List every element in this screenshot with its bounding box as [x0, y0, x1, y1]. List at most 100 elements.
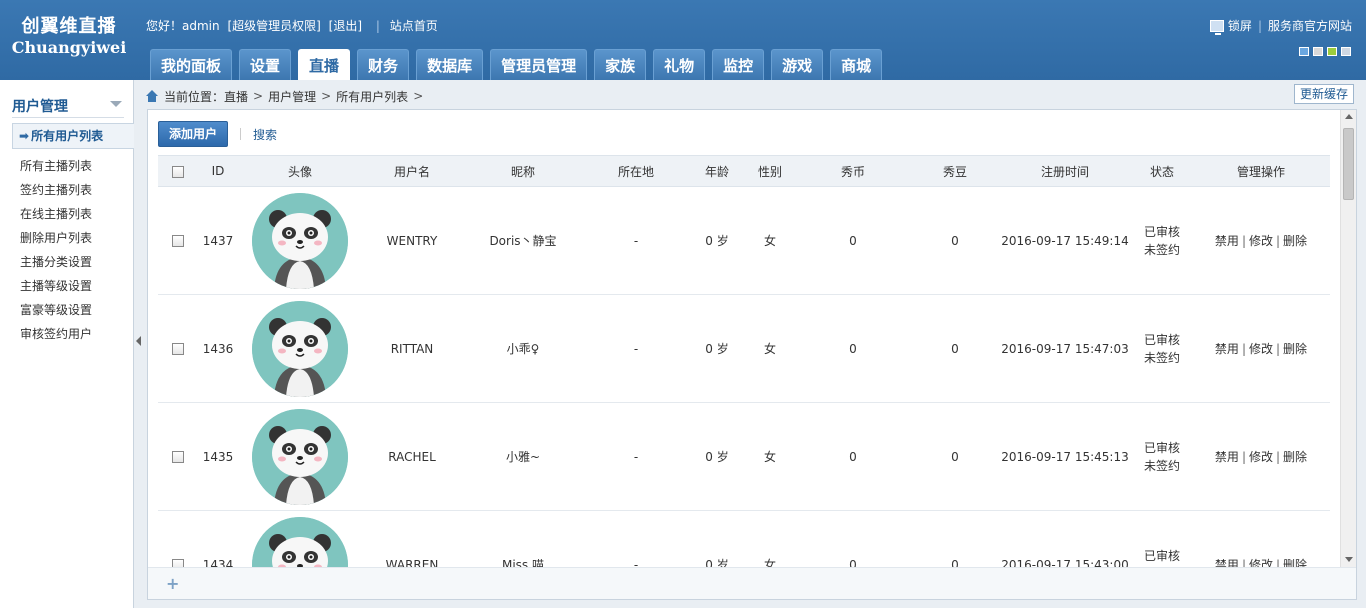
breadcrumb-item[interactable]: 直播 — [224, 88, 248, 105]
row-select-cell[interactable] — [158, 403, 198, 511]
edit-link[interactable]: 修改 — [1249, 342, 1273, 356]
sidebar-item[interactable]: 审核签约用户 — [20, 322, 92, 346]
row-select-cell[interactable] — [158, 187, 198, 295]
greeting: 您好！admin [超级管理员权限] [退出] | 站点首页 — [146, 17, 442, 34]
search-link[interactable]: 搜索 — [253, 126, 277, 143]
lock-screen-link[interactable]: 锁屏 — [1228, 17, 1252, 34]
breadcrumb-item[interactable]: 用户管理 — [268, 88, 316, 105]
nav-tab[interactable]: 管理员管理 — [490, 49, 588, 80]
top-header: 创翼维直播 Chuangyiwei 您好！admin [超级管理员权限] [退出… — [0, 0, 1366, 80]
nav-tab[interactable]: 商城 — [830, 49, 883, 80]
logo: 创翼维直播 Chuangyiwei — [0, 16, 138, 58]
cell-avatar — [238, 403, 362, 511]
delete-link[interactable]: 删除 — [1283, 342, 1307, 356]
divider: | — [1276, 558, 1281, 567]
arrow-right-icon: ➡ — [19, 129, 30, 143]
scroll-thumb[interactable] — [1343, 128, 1354, 200]
sidebar-item[interactable]: 主播等级设置 — [20, 274, 92, 298]
table-row: 1435 RACHEL 小雅~ -0 岁女 0 0 2016-09-17 15:45:13 已… — [158, 403, 1330, 511]
toolbar: 添加用户 搜索 — [158, 121, 277, 147]
disable-link[interactable]: 禁用 — [1215, 450, 1239, 464]
row-select-cell[interactable] — [158, 511, 198, 567]
nav-tab[interactable]: 礼物 — [653, 49, 706, 80]
skin-swatch[interactable] — [1327, 47, 1337, 56]
row-select-cell[interactable] — [158, 295, 198, 403]
delete-link[interactable]: 删除 — [1283, 450, 1307, 464]
cell-nickname: 小雅~ — [505, 450, 541, 464]
avatar — [252, 192, 348, 289]
official-site-link[interactable]: 服务商官方网站 — [1268, 17, 1352, 34]
column-header: 头像 — [287, 164, 312, 179]
nav-tab[interactable]: 监控 — [712, 49, 765, 80]
greeting-role: [超级管理员权限] — [227, 19, 321, 33]
breadcrumb-item[interactable]: 所有用户列表 — [336, 88, 408, 105]
divider: | — [1241, 450, 1246, 464]
divider: | — [1276, 234, 1281, 248]
nav-tab[interactable]: 家族 — [594, 49, 647, 80]
scroll-up-icon[interactable] — [1345, 114, 1353, 119]
monitor-icon — [1209, 19, 1224, 35]
sidebar-item-label: 所有用户列表 — [31, 129, 104, 143]
vertical-scrollbar[interactable] — [1340, 110, 1356, 568]
cell-age: 0 岁 — [705, 342, 729, 356]
edit-link[interactable]: 修改 — [1249, 450, 1273, 464]
nav-tab[interactable]: 我的面板 — [150, 49, 233, 80]
column-header: 注册时间 — [1040, 164, 1089, 179]
site-home-link[interactable]: 站点首页 — [390, 19, 438, 33]
delete-link[interactable]: 删除 — [1283, 558, 1307, 567]
nav-tab[interactable]: 财务 — [357, 49, 410, 80]
disable-link[interactable]: 禁用 — [1215, 342, 1239, 356]
nav-tab[interactable]: 数据库 — [416, 49, 484, 80]
collapse-sidebar-icon[interactable] — [136, 336, 141, 346]
scroll-down-icon[interactable] — [1345, 557, 1353, 562]
skin-swatch[interactable] — [1299, 47, 1309, 56]
row-checkbox[interactable] — [172, 451, 184, 463]
plus-icon[interactable]: + — [166, 576, 179, 592]
cell-gender: 女 — [763, 558, 776, 567]
breadcrumb-separator: > — [321, 89, 332, 103]
skin-swatch[interactable] — [1341, 47, 1351, 56]
breadcrumb: 当前位置： 直播 > 用户管理 > 所有用户列表 > — [146, 86, 428, 106]
logout-link[interactable]: [退出] — [329, 19, 362, 33]
row-checkbox[interactable] — [172, 343, 184, 355]
column-header: 性别 — [757, 164, 782, 179]
row-checkbox[interactable] — [172, 559, 184, 567]
edit-link[interactable]: 修改 — [1249, 234, 1273, 248]
select-all-checkbox[interactable] — [172, 165, 184, 178]
row-checkbox[interactable] — [172, 235, 184, 247]
skin-switcher — [1299, 47, 1351, 56]
cell-bean: 0 — [951, 341, 959, 356]
disable-link[interactable]: 禁用 — [1215, 234, 1239, 248]
chevron-down-icon — [110, 101, 122, 107]
sidebar-item[interactable]: 在线主播列表 — [20, 202, 92, 226]
sidebar-item[interactable]: 所有主播列表 — [20, 154, 92, 178]
nav-tab[interactable]: 直播 — [298, 49, 351, 80]
breadcrumb-prefix: 当前位置： — [164, 89, 225, 104]
delete-link[interactable]: 删除 — [1283, 234, 1307, 248]
cell-operations: 禁用 | 修改 | 删除 — [1192, 187, 1330, 295]
header-select-all[interactable] — [158, 156, 198, 187]
edit-link[interactable]: 修改 — [1249, 558, 1273, 567]
status-review: 已审核 — [1143, 548, 1180, 563]
user-table-wrap: ID 头像 用户名 昵称 所在地 年龄 性别 秀币 秀豆 注册时间 状态 管理操作 1437 WENTR… — [158, 155, 1330, 567]
nav-tab[interactable]: 游戏 — [771, 49, 824, 80]
skin-swatch[interactable] — [1313, 47, 1323, 56]
sidebar-title[interactable]: 用户管理 — [12, 96, 124, 118]
cell-reg-time: 2016-09-17 15:49:14 — [1001, 233, 1129, 248]
disable-link[interactable]: 禁用 — [1215, 558, 1239, 567]
table-row: 1437 WENTRY Doris丶静宝 - 0 岁 女 0 0 2016-09-17 15:4… — [158, 187, 1330, 295]
sidebar-item[interactable]: 删除用户列表 — [20, 226, 92, 250]
sidebar-item[interactable]: 签约主播列表 — [20, 178, 92, 202]
cell-status: 已审核未签约 — [1132, 295, 1192, 403]
cell-coin: 0 — [849, 557, 857, 568]
divider: | — [1241, 558, 1246, 567]
add-user-button[interactable]: 添加用户 — [158, 121, 229, 147]
sidebar-item[interactable]: 富豪等级设置 — [20, 298, 92, 322]
sidebar-item[interactable]: 主播分类设置 — [20, 250, 92, 274]
panda-avatar-image — [252, 192, 348, 289]
divider: | — [1257, 18, 1262, 33]
nav-tab[interactable]: 设置 — [239, 49, 292, 80]
sidebar-item-all-users[interactable]: ➡ 所有用户列表 — [12, 123, 134, 149]
refresh-cache-button[interactable]: 更新缓存 — [1293, 84, 1354, 104]
divider: | — [375, 19, 380, 33]
